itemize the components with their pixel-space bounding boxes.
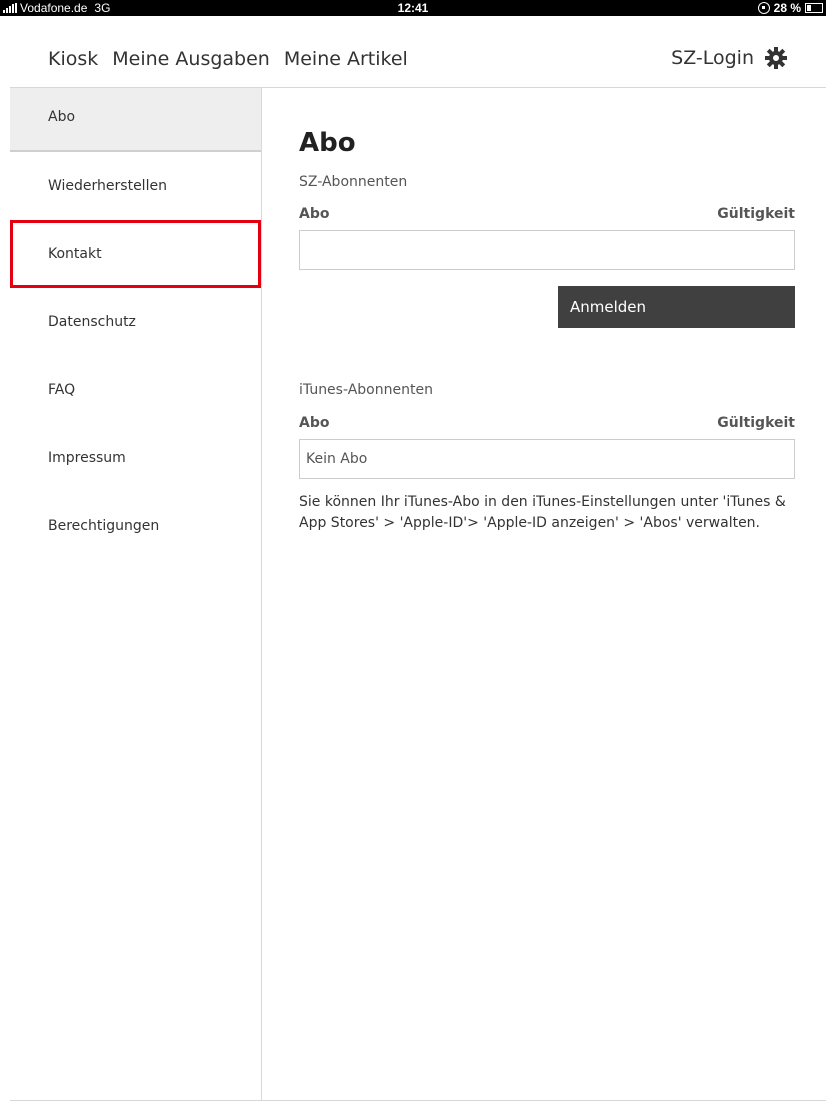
login-button-row: Anmelden	[299, 286, 795, 328]
tab-meine-artikel[interactable]: Meine Artikel	[284, 48, 408, 70]
sidebar-item-label: Datenschutz	[48, 314, 136, 330]
sidebar-item-label: Berechtigungen	[48, 518, 160, 534]
battery-percent: 28 %	[773, 1, 801, 15]
rotation-lock-icon	[757, 2, 770, 14]
itunes-abo-field	[299, 439, 795, 479]
sz-login-link[interactable]: SZ-Login	[671, 47, 754, 69]
sidebar-item-wiederherstellen[interactable]: Wiederherstellen	[10, 152, 261, 220]
sidebar-item-abo[interactable]: Abo	[10, 88, 261, 152]
itunes-section-label: iTunes-Abonnenten	[299, 382, 433, 398]
sz-abo-input[interactable]	[299, 230, 795, 270]
status-bar: Vodafone.de 3G 12:41 28 %	[0, 0, 826, 16]
sidebar-item-berechtigungen[interactable]: Berechtigungen	[10, 492, 261, 560]
nav-tabs: Kiosk Meine Ausgaben Meine Artikel	[48, 48, 408, 70]
sidebar: Abo Wiederherstellen Kontakt Datenschutz…	[10, 88, 262, 1100]
sz-column-header: Abo Gültigkeit	[299, 206, 795, 222]
login-area: SZ-Login	[671, 46, 788, 70]
main-content: Abo SZ-Abonnenten Abo Gültigkeit Anmelde…	[299, 88, 795, 534]
gear-icon[interactable]	[764, 46, 788, 70]
sidebar-item-faq[interactable]: FAQ	[10, 356, 261, 424]
bottom-divider	[10, 1100, 826, 1101]
itunes-col-validity: Gültigkeit	[717, 415, 795, 431]
sidebar-item-impressum[interactable]: Impressum	[10, 424, 261, 492]
battery-icon	[805, 3, 823, 13]
status-time: 12:41	[397, 1, 429, 15]
page-title: Abo	[299, 128, 356, 158]
itunes-col-abo: Abo	[299, 415, 330, 431]
anmelden-button[interactable]: Anmelden	[558, 286, 795, 328]
sidebar-item-kontakt[interactable]: Kontakt	[10, 220, 261, 288]
sz-section-label: SZ-Abonnenten	[299, 174, 408, 190]
tab-kiosk[interactable]: Kiosk	[48, 48, 98, 70]
sidebar-item-label: Wiederherstellen	[48, 178, 167, 194]
status-right: 28 %	[757, 1, 823, 15]
sidebar-item-datenschutz[interactable]: Datenschutz	[10, 288, 261, 356]
sidebar-item-label: Abo	[48, 109, 76, 125]
tab-meine-ausgaben[interactable]: Meine Ausgaben	[112, 48, 270, 70]
itunes-info-text: Sie können Ihr iTunes-Abo in den iTunes-…	[299, 494, 786, 531]
sidebar-item-label: Impressum	[48, 450, 126, 466]
itunes-column-header: Abo Gültigkeit	[299, 415, 795, 431]
sz-col-abo: Abo	[299, 206, 330, 222]
top-navigation: Kiosk Meine Ausgaben Meine Artikel SZ-Lo…	[10, 16, 826, 88]
sz-col-validity: Gültigkeit	[717, 206, 795, 222]
sidebar-item-label: Kontakt	[48, 246, 102, 262]
sidebar-item-label: FAQ	[48, 382, 76, 398]
